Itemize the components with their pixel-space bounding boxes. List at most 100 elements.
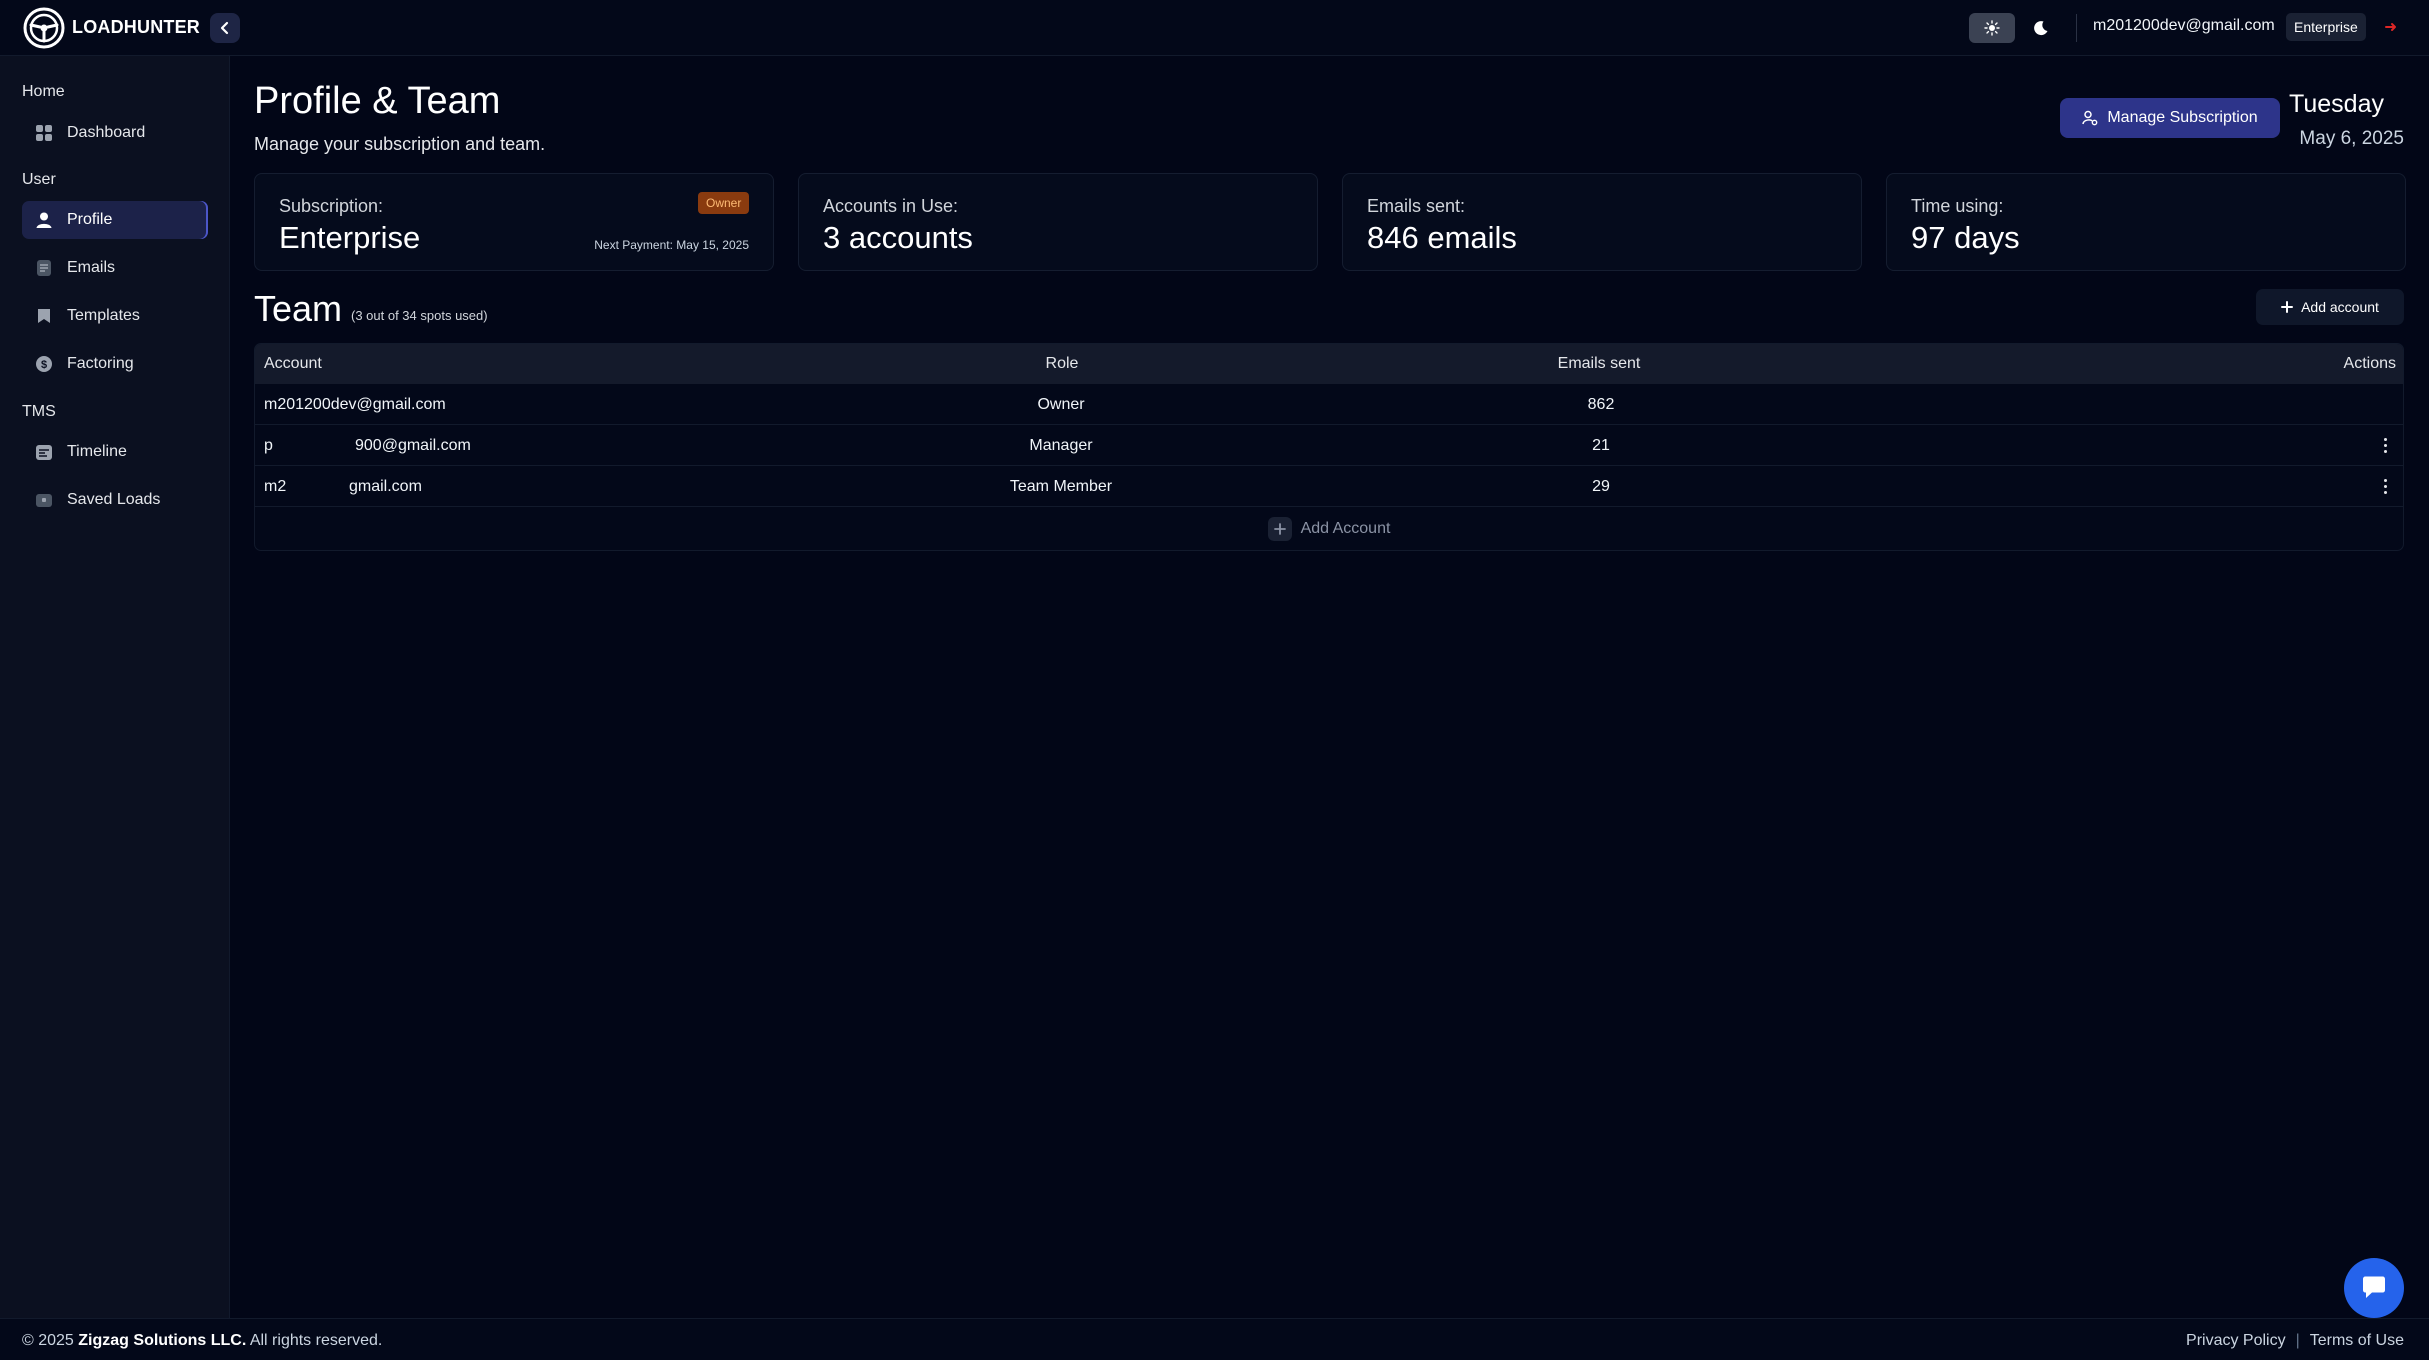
column-account: Account (264, 355, 322, 372)
account-cell: p (264, 437, 273, 454)
sidebar-item-templates[interactable]: Templates (22, 297, 208, 335)
page-subtitle: Manage your subscription and team. (254, 134, 546, 154)
date-day: Tuesday (2289, 90, 2384, 118)
kebab-dot-icon (2383, 449, 2387, 453)
footer: © 2025 Zigzag Solutions LLC. All rights … (0, 1318, 2429, 1360)
table-row: m2 gmail.com Team Member 29 (255, 466, 2403, 507)
company-name: Zigzag Solutions LLC. (78, 1332, 247, 1349)
dark-mode-button[interactable] (2017, 13, 2063, 43)
logout-icon[interactable] (2378, 16, 2400, 38)
team-title: Team (254, 288, 343, 329)
sidebar-item-label: Factoring (67, 355, 134, 372)
add-account-row-label: Add Account (1300, 520, 1391, 537)
accounts-card: Accounts in Use: 3 accounts (798, 173, 1318, 271)
add-account-label: Add account (2301, 299, 2379, 315)
package-icon (34, 490, 54, 510)
time-card: Time using: 97 days (1886, 173, 2406, 271)
chat-icon (2363, 1276, 2385, 1298)
nav-section-home: Home (22, 83, 65, 100)
team-usage: (3 out of 34 spots used) (351, 308, 488, 323)
brand-name: LOADHUNTER (72, 17, 200, 37)
document-icon (34, 258, 54, 278)
stat-value: 97 days (1911, 220, 2020, 255)
sidebar-item-emails[interactable]: Emails (22, 249, 208, 287)
nav-section-user: User (22, 171, 56, 188)
emails-cell: 21 (1592, 437, 1610, 454)
column-actions: Actions (2343, 355, 2396, 372)
plus-icon (1267, 517, 1292, 541)
column-emails-sent: Emails sent (1557, 355, 1641, 372)
stat-label: Subscription: (279, 196, 384, 216)
sidebar-item-label: Templates (67, 307, 140, 324)
add-account-button[interactable]: Add account (2256, 289, 2404, 325)
copyright: © 2025 Zigzag Solutions LLC. All rights … (22, 1332, 382, 1350)
footer-separator: | (2295, 1332, 2300, 1349)
sidebar-item-profile[interactable]: Profile (22, 201, 208, 239)
role-cell: Team Member (1009, 478, 1113, 495)
top-bar: LOADHUNTER m201200dev@gmail.com Enterpri… (0, 0, 2429, 56)
team-table: Account Role Emails sent Actions m201200… (254, 343, 2404, 551)
dollar-icon: $ (34, 354, 54, 374)
sidebar-item-saved-loads[interactable]: Saved Loads (22, 481, 208, 519)
table-row: m201200dev@gmail.com Owner 862 (255, 384, 2403, 425)
light-mode-button[interactable] (1969, 13, 2015, 43)
manage-subscription-button[interactable]: Manage Subscription (2060, 98, 2280, 138)
row-actions-menu[interactable] (2376, 476, 2394, 496)
sidebar-item-label: Dashboard (67, 124, 146, 141)
sidebar-item-label: Emails (67, 259, 116, 276)
sidebar-item-label: Saved Loads (67, 491, 161, 508)
top-divider (2076, 14, 2077, 42)
account-cell-email: gmail.com (349, 478, 422, 495)
theme-toggle (1969, 13, 2063, 43)
stat-label: Time using: (1911, 196, 2004, 216)
kebab-dot-icon (2383, 484, 2387, 488)
stat-value: Enterprise (279, 220, 421, 255)
stat-label: Emails sent: (1367, 196, 1466, 216)
sun-icon (1984, 20, 2000, 36)
terms-of-use-link[interactable]: Terms of Use (2310, 1332, 2404, 1350)
next-payment: Next Payment: May 15, 2025 (594, 238, 749, 252)
kebab-dot-icon (2383, 478, 2387, 482)
stat-value: 3 accounts (823, 220, 973, 255)
manage-subscription-label: Manage Subscription (2107, 109, 2258, 126)
user-email: m201200dev@gmail.com (2093, 17, 2275, 34)
steering-wheel-logo-icon[interactable] (22, 6, 66, 50)
app-root: LOADHUNTER m201200dev@gmail.com Enterpri… (0, 0, 2429, 1360)
chat-support-button[interactable] (2344, 1258, 2404, 1318)
kebab-dot-icon (2383, 443, 2387, 447)
calendar-icon (34, 442, 54, 462)
owner-badge: Owner (698, 192, 750, 214)
plus-icon (2281, 301, 2294, 313)
subscription-card: Subscription: Enterprise Owner Next Paym… (254, 173, 774, 271)
copyright-prefix: © 2025 (22, 1332, 74, 1349)
column-role: Role (1045, 355, 1079, 372)
sidebar-item-dashboard[interactable]: Dashboard (22, 114, 208, 152)
privacy-policy-link[interactable]: Privacy Policy (2186, 1332, 2286, 1350)
sidebar: Home Dashboard User Profile Emails Templ… (0, 56, 230, 1318)
account-cell: m201200dev@gmail.com (264, 396, 446, 413)
grid-icon (34, 123, 54, 143)
stat-label: Accounts in Use: (823, 196, 959, 216)
add-account-row[interactable]: Add Account (255, 508, 2403, 550)
collapse-sidebar-button[interactable] (210, 13, 240, 43)
kebab-dot-icon (2383, 490, 2387, 494)
account-cell: m2 (264, 478, 287, 495)
chevron-left-icon (220, 21, 229, 35)
kebab-dot-icon (2383, 437, 2387, 441)
role-cell: Manager (1029, 437, 1093, 454)
sidebar-item-timeline[interactable]: Timeline (22, 433, 208, 471)
footer-links: Privacy Policy | Terms of Use (2186, 1332, 2404, 1350)
page-title: Profile & Team (254, 80, 501, 122)
role-cell: Owner (1037, 396, 1085, 413)
moon-icon (2033, 20, 2047, 35)
sidebar-item-factoring[interactable]: $ Factoring (22, 345, 208, 383)
emails-card: Emails sent: 846 emails (1342, 173, 1862, 271)
sidebar-item-label: Timeline (67, 443, 127, 460)
bookmark-icon (34, 306, 54, 326)
emails-cell: 29 (1592, 478, 1610, 495)
svg-text:$: $ (41, 359, 47, 371)
table-row: p 900@gmail.com Manager 21 (255, 425, 2403, 466)
person-icon (34, 210, 54, 230)
stat-value: 846 emails (1367, 220, 1517, 255)
row-actions-menu[interactable] (2376, 435, 2394, 455)
